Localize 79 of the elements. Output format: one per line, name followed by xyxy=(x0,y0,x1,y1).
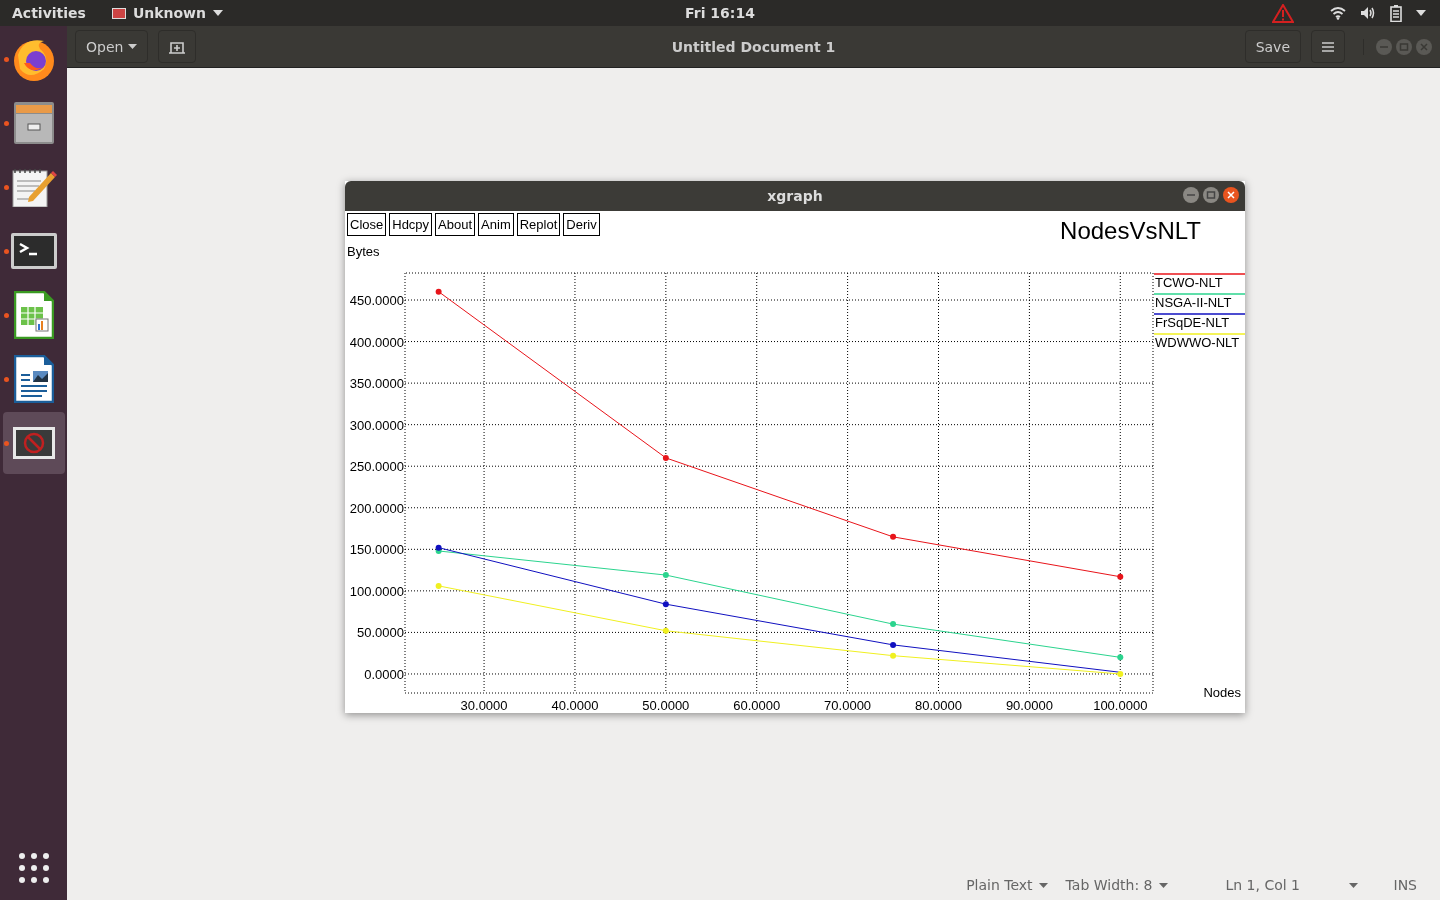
no-entry-icon xyxy=(12,427,55,459)
data-point xyxy=(435,582,442,589)
data-point xyxy=(662,454,669,461)
caret-icon xyxy=(1348,882,1358,888)
tick-label: 50.0000 xyxy=(357,625,404,641)
graph-button[interactable]: Close xyxy=(347,213,387,236)
insert-mode: INS xyxy=(1392,877,1418,893)
graph-button[interactable]: Deriv xyxy=(563,213,600,236)
tick-label: 60.0000 xyxy=(733,698,781,713)
data-point xyxy=(890,641,897,648)
cursor-position[interactable]: Ln 1, Col 1 xyxy=(1216,877,1367,893)
tick-label: 350.0000 xyxy=(349,376,404,392)
caret-icon xyxy=(1158,882,1168,888)
tick-label: 250.0000 xyxy=(349,459,404,475)
warning-icon[interactable] xyxy=(1272,3,1294,23)
data-point xyxy=(890,652,897,659)
app-menu[interactable]: Unknown xyxy=(105,4,229,22)
window-title: xgraph xyxy=(767,188,823,204)
tick-label: 0.0000 xyxy=(364,666,404,682)
wifi-icon[interactable] xyxy=(1330,6,1346,20)
graph-button[interactable]: Replot xyxy=(516,213,561,236)
tick-label: 90.0000 xyxy=(1005,698,1053,713)
caret-icon[interactable] xyxy=(1416,10,1426,16)
data-point xyxy=(890,533,897,540)
language-selector[interactable]: Plain Text xyxy=(957,877,1057,893)
tick-label: 400.0000 xyxy=(349,334,404,350)
menu-icon[interactable] xyxy=(1311,30,1345,63)
chart-title: NodesVsNLT xyxy=(1060,217,1201,245)
dock-item[interactable] xyxy=(2,412,65,474)
tick-label: 80.0000 xyxy=(915,698,962,713)
legend-label: NSGA-II-NLT xyxy=(1155,295,1232,310)
legend-label: FrSqDE-NLT xyxy=(1155,315,1230,330)
new-tab-icon xyxy=(169,39,186,54)
caret-icon xyxy=(128,44,138,49)
save-button[interactable]: Save xyxy=(1244,30,1301,63)
tick-label: 50.0000 xyxy=(642,698,690,713)
terminal-icon xyxy=(10,233,57,269)
tick-label: 200.0000 xyxy=(349,500,404,516)
tick-label: 300.0000 xyxy=(349,417,404,433)
spreadsheet-icon xyxy=(13,291,54,339)
tick-label: 30.0000 xyxy=(460,698,508,713)
notepad-icon xyxy=(10,167,57,207)
volume-icon[interactable] xyxy=(1360,6,1376,20)
graph-button[interactable]: About xyxy=(435,213,476,236)
legend-label: TCWO-NLT xyxy=(1155,275,1223,290)
caret-icon xyxy=(213,10,223,16)
new-tab-button[interactable] xyxy=(158,30,197,63)
tick-label: 100.0000 xyxy=(1093,698,1148,713)
data-point xyxy=(1117,670,1124,677)
data-point xyxy=(1117,573,1124,580)
document-icon xyxy=(13,355,54,403)
data-point xyxy=(890,621,897,628)
file-cabinet-icon xyxy=(11,102,56,144)
minimize-icon[interactable] xyxy=(1183,187,1199,203)
tick-label: 150.0000 xyxy=(349,542,404,558)
axis-label: Bytes xyxy=(347,244,380,259)
tick-label: 100.0000 xyxy=(349,583,404,599)
clock[interactable]: Fri 16:14 xyxy=(685,5,755,21)
data-point xyxy=(1117,654,1124,661)
close-icon[interactable] xyxy=(1223,187,1239,203)
data-point xyxy=(662,572,669,579)
legend-label: WDWWO-NLT xyxy=(1155,335,1240,350)
axis-label: Nodes xyxy=(1203,685,1241,700)
app-icon xyxy=(111,7,126,19)
data-point xyxy=(662,601,669,608)
tab-width-selector[interactable]: Tab Width: 8 xyxy=(1056,877,1177,893)
tick-label: 40.0000 xyxy=(551,698,599,713)
graph-button[interactable]: Anim xyxy=(478,213,514,236)
graph-button[interactable]: Hdcpy xyxy=(389,213,433,236)
app-grid-icon[interactable] xyxy=(17,852,50,884)
window-title: Untitled Document 1 xyxy=(671,38,836,55)
tick-label: 450.0000 xyxy=(349,293,404,308)
battery-icon[interactable] xyxy=(1390,4,1402,22)
caret-icon xyxy=(1038,882,1048,888)
tick-label: 70.0000 xyxy=(824,698,872,713)
data-point xyxy=(435,288,442,295)
data-point xyxy=(662,627,669,634)
open-button[interactable]: Open xyxy=(75,30,149,63)
activities-button[interactable]: Activities xyxy=(0,5,98,21)
